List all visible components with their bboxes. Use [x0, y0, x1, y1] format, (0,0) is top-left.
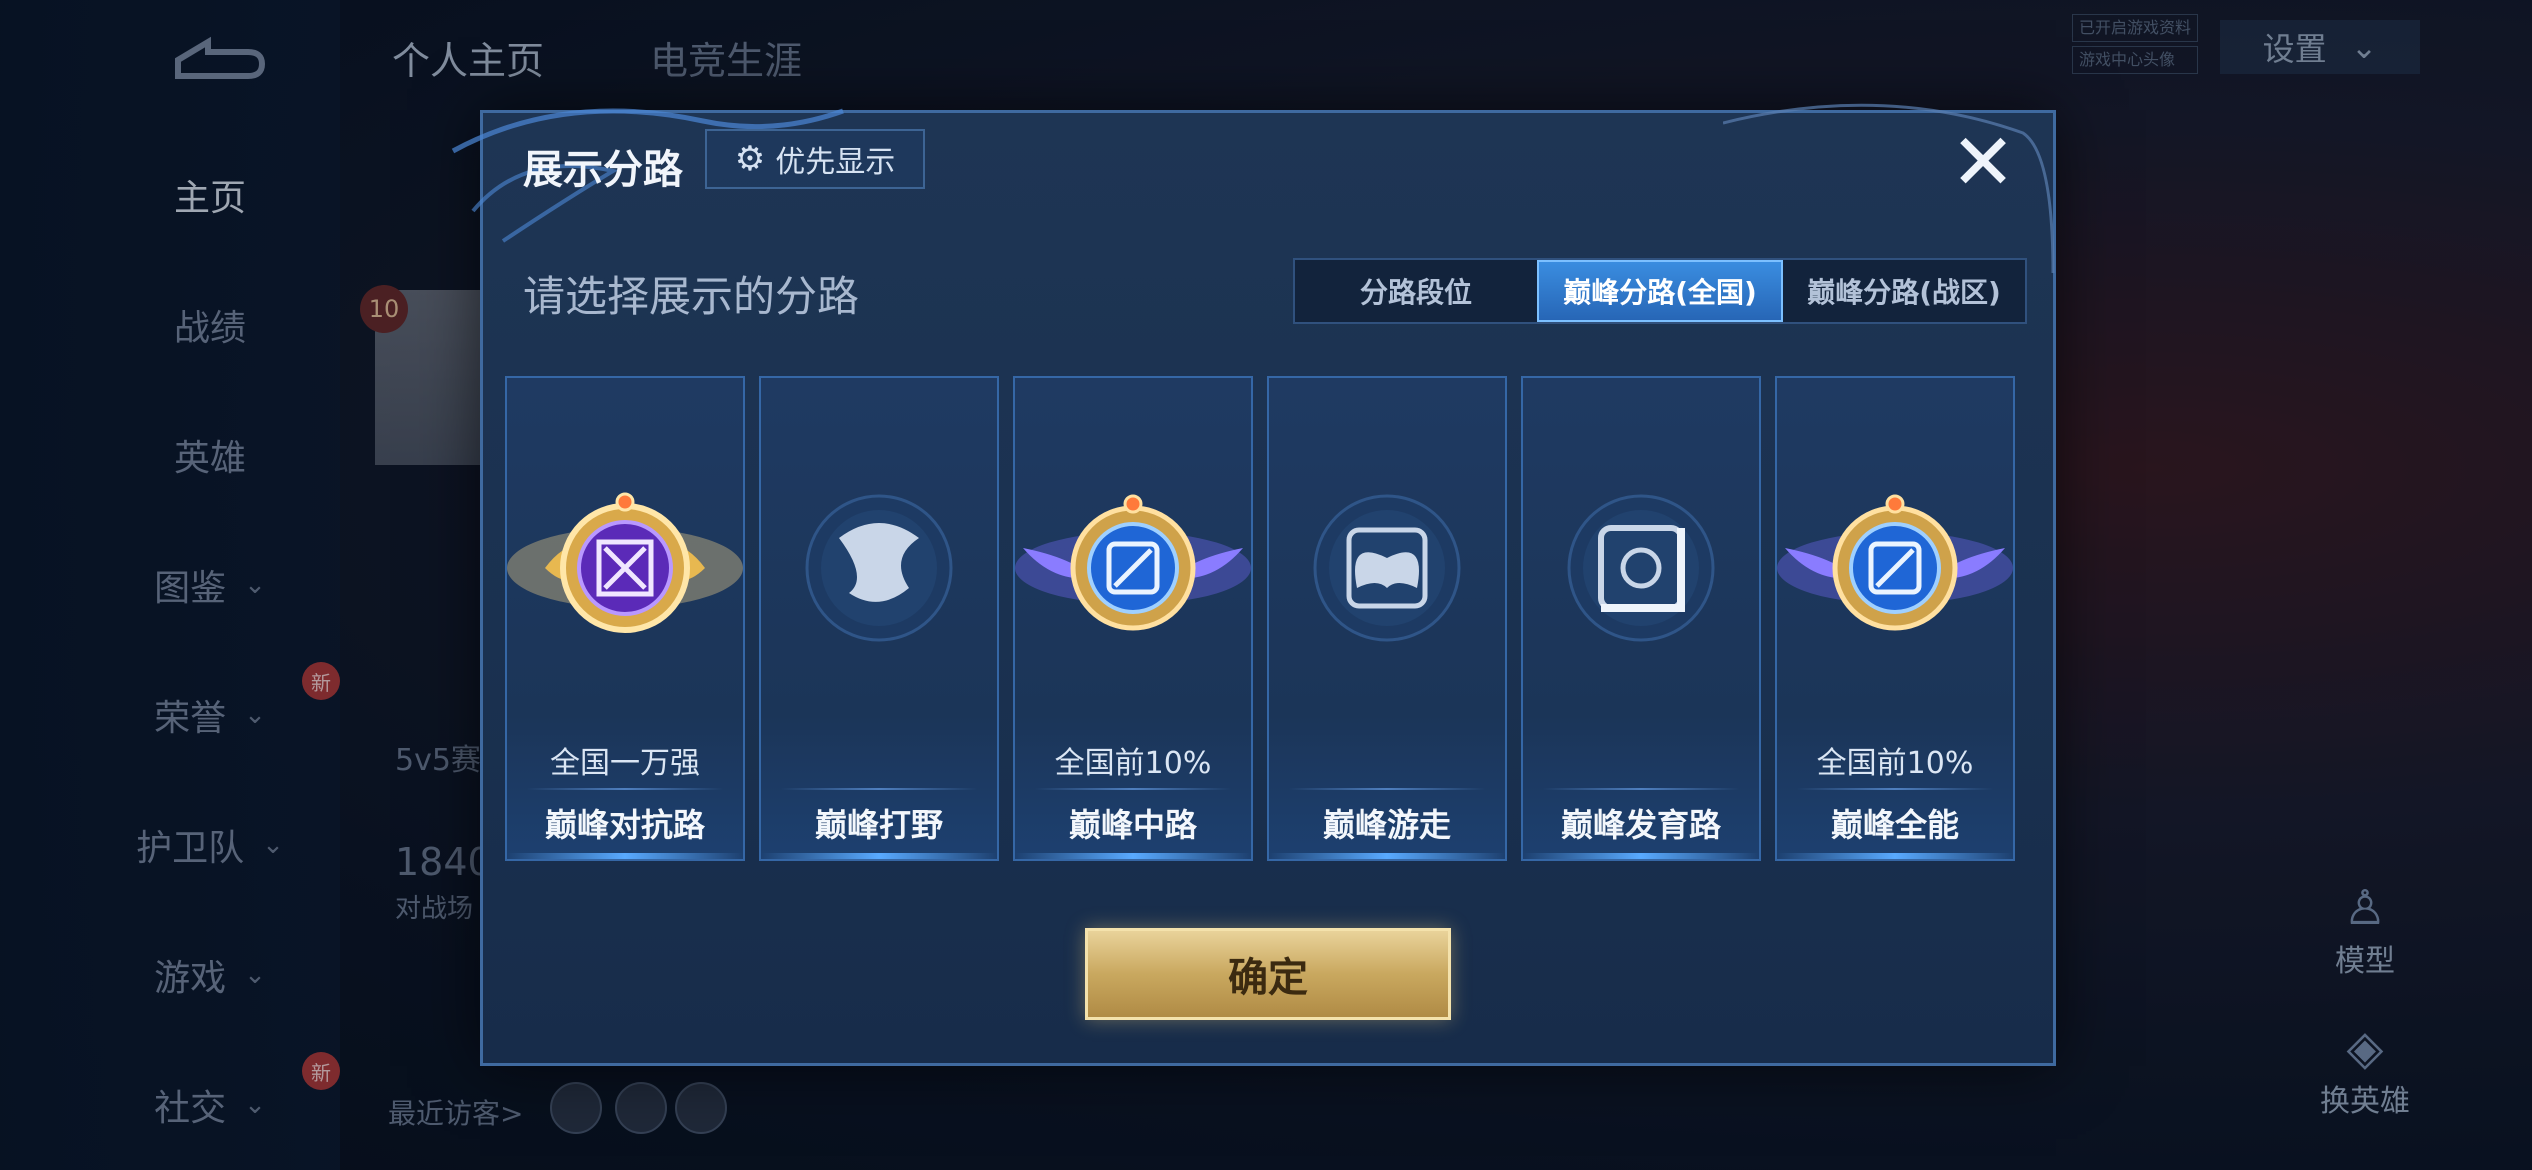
divider — [1797, 788, 1993, 790]
lane-card[interactable]: 全国前10% 巅峰中路 — [1013, 376, 1253, 861]
dialog-title: 展示分路 — [523, 147, 683, 193]
lane-card[interactable]: 巅峰打野 — [759, 376, 999, 861]
tab-lane-mode[interactable]: 巅峰分路(全国) — [1537, 260, 1783, 322]
card-glow — [1269, 853, 1505, 859]
lane-mode-tabs: 分路段位 巅峰分路(全国) 巅峰分路(战区) — [1293, 258, 2027, 324]
lane-card[interactable]: 全国前10% 巅峰全能 — [1775, 376, 2015, 861]
confirm-label: 确定 — [1228, 955, 1308, 1001]
dialog-subtitle: 请选择展示的分路 — [523, 272, 860, 321]
priority-label: 优先显示 — [775, 145, 896, 180]
lane-rank: 全国前10% — [1054, 746, 1212, 781]
farm-lane-emblem — [1567, 494, 1715, 642]
confirm-button[interactable]: 确定 — [1085, 928, 1451, 1020]
divider — [1289, 788, 1485, 790]
close-button[interactable]: ✕ — [1943, 118, 2023, 208]
close-icon: ✕ — [1950, 118, 2016, 208]
lane-rank: 全国一万强 — [550, 746, 700, 781]
lane-name: 巅峰中路 — [1068, 806, 1197, 844]
jungle-dragon-emblem — [805, 494, 953, 642]
lane-card[interactable]: 巅峰游走 — [1267, 376, 1507, 861]
lane-name: 巅峰发育路 — [1560, 806, 1721, 844]
card-glow — [507, 853, 743, 859]
mid-lane-emblem — [1015, 494, 1251, 631]
divider — [1035, 788, 1231, 790]
priority-display-button[interactable]: ⚙ 优先显示 — [705, 129, 925, 189]
tab-lane-mode[interactable]: 巅峰分路(战区) — [1783, 260, 2025, 322]
lane-name: 巅峰对抗路 — [544, 806, 705, 844]
gear-icon: ⚙ — [734, 139, 766, 179]
lane-display-dialog: 展示分路 ⚙ 优先显示 ✕ 请选择展示的分路 分路段位 巅峰分路(全国) 巅峰分路(… — [451, 103, 2056, 1066]
roam-wings-emblem — [1313, 494, 1461, 642]
lane-card[interactable]: 巅峰发育路 — [1521, 376, 1761, 861]
card-glow — [1523, 853, 1759, 859]
all-round-emblem — [1777, 494, 2013, 631]
divider — [1543, 788, 1739, 790]
card-glow — [1015, 853, 1251, 859]
divider — [527, 788, 723, 790]
lane-name: 巅峰打野 — [814, 806, 943, 844]
lane-card-list: 全国一万强 巅峰对抗路 巅峰打野 全国前10% 巅峰中路 巅峰游走 巅峰发育路 全国前10% 巅… — [505, 376, 2035, 861]
clash-lane-emblem — [507, 492, 743, 633]
lane-name: 巅峰全能 — [1830, 806, 1959, 844]
card-glow — [1777, 853, 2013, 859]
lane-name: 巅峰游走 — [1322, 806, 1451, 844]
lane-card[interactable]: 全国一万强巅峰对抗路 — [505, 376, 745, 861]
tab-lane-mode[interactable]: 分路段位 — [1295, 260, 1537, 322]
card-glow — [761, 853, 997, 859]
lane-rank: 全国前10% — [1816, 746, 1974, 781]
divider — [781, 788, 977, 790]
